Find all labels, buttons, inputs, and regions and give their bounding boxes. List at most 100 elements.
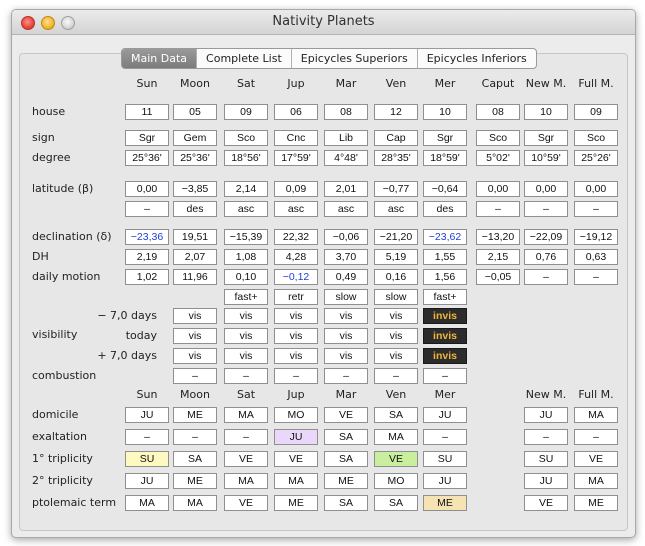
tab-main-data[interactable]: Main Data: [122, 49, 197, 68]
cell-sign: Sco: [476, 130, 520, 146]
cell-latitude: 0,00: [524, 181, 568, 197]
tab-epicycles-inferiors[interactable]: Epicycles Inferiors: [416, 49, 536, 68]
row-label-daily_motion: daily motion: [32, 270, 101, 283]
cell-daily_motion: 1,56: [423, 269, 467, 285]
cell-sign: Gem: [173, 130, 217, 146]
cell-declination: −19,12: [574, 229, 618, 245]
cell-sign: Sco: [574, 130, 618, 146]
dignity-label: domicile: [32, 408, 79, 421]
dignity-label: 2° triplicity: [32, 474, 93, 487]
cell-latitude: −0,77: [374, 181, 418, 197]
row-label-house: house: [32, 105, 66, 118]
cell-dh: 2,15: [476, 249, 520, 265]
tab-complete-list[interactable]: Complete List: [196, 49, 291, 68]
cell-dignity: MA: [224, 407, 268, 423]
cell-visibility: vis: [224, 308, 268, 324]
cell-daily_motion: –: [574, 269, 618, 285]
cell-degree: 17°59': [274, 150, 318, 166]
cell-daily_motion: 0,16: [374, 269, 418, 285]
cell-daily_motion: −0,12: [274, 269, 318, 285]
dignity-label: 1° triplicity: [32, 452, 93, 465]
cell-dignity: –: [524, 429, 568, 445]
cell-visibility: vis: [374, 308, 418, 324]
cell-dignity: MA: [125, 495, 169, 511]
cell-dignity: MO: [374, 473, 418, 489]
cell-latitude: 0,00: [574, 181, 618, 197]
tab-bar: Main Data Complete List Epicycles Superi…: [121, 48, 537, 69]
cell-latitude: 0,00: [476, 181, 520, 197]
cell-dignity: –: [173, 429, 217, 445]
cell-degree: 18°59': [423, 150, 467, 166]
row-label-dh: DH: [32, 250, 49, 263]
cell-visibility: invis: [423, 348, 467, 364]
cell-dignity: –: [224, 429, 268, 445]
cell-motion-type: slow: [324, 289, 368, 305]
cell-dignity: JU: [125, 407, 169, 423]
cell-latitude_dir: asc: [324, 201, 368, 217]
app-window: Nativity Planets Main Data Complete List…: [11, 9, 636, 538]
cell-combustion: –: [173, 368, 217, 384]
cell-dignity: JU: [274, 429, 318, 445]
cell-dignity: MA: [574, 473, 618, 489]
cell-dignity: ME: [274, 495, 318, 511]
cell-daily_motion: 0,10: [224, 269, 268, 285]
cell-visibility: vis: [173, 348, 217, 364]
cell-dignity: JU: [524, 473, 568, 489]
cell-dignity: SU: [524, 451, 568, 467]
cell-visibility: vis: [274, 308, 318, 324]
tab-epicycles-superiors[interactable]: Epicycles Superiors: [290, 49, 417, 68]
cell-latitude_dir: asc: [374, 201, 418, 217]
cell-sign: Sgr: [524, 130, 568, 146]
column-header-fullm: Full M.: [578, 77, 614, 90]
cell-visibility: vis: [374, 348, 418, 364]
cell-dignity: MA: [224, 473, 268, 489]
cell-dignity: JU: [125, 473, 169, 489]
cell-dignity: ME: [324, 473, 368, 489]
cell-declination: −0,06: [324, 229, 368, 245]
row-label-degree: degree: [32, 151, 71, 164]
dignity-label: exaltation: [32, 430, 88, 443]
cell-latitude: 0,09: [274, 181, 318, 197]
combustion-label: combustion: [32, 369, 97, 382]
cell-dignity: VE: [324, 407, 368, 423]
cell-degree: 4°48': [324, 150, 368, 166]
cell-declination: 19,51: [173, 229, 217, 245]
cell-dh: 0,76: [524, 249, 568, 265]
cell-dignity: SU: [423, 451, 467, 467]
row-label-sign: sign: [32, 131, 55, 144]
cell-visibility: vis: [173, 308, 217, 324]
cell-house: 12: [374, 104, 418, 120]
cell-dignity: VE: [224, 451, 268, 467]
cell-dignity: ME: [173, 473, 217, 489]
cell-visibility: vis: [324, 328, 368, 344]
cell-dignity: SA: [324, 429, 368, 445]
cell-motion-type: slow: [374, 289, 418, 305]
cell-dignity: ME: [574, 495, 618, 511]
cell-latitude: 0,00: [125, 181, 169, 197]
cell-declination: 22,32: [274, 229, 318, 245]
visibility-row-label: − 7,0 days: [97, 309, 157, 322]
cell-dignity: ME: [173, 407, 217, 423]
cell-dignity: JU: [524, 407, 568, 423]
title-bar: Nativity Planets: [12, 10, 635, 35]
cell-latitude_dir: asc: [224, 201, 268, 217]
cell-sign: Sgr: [423, 130, 467, 146]
cell-visibility: vis: [324, 308, 368, 324]
cell-visibility: invis: [423, 308, 467, 324]
cell-house: 10: [423, 104, 467, 120]
cell-dignity: –: [423, 429, 467, 445]
window-title: Nativity Planets: [272, 14, 375, 29]
cell-dh: 1,55: [423, 249, 467, 265]
cell-latitude_dir: asc: [274, 201, 318, 217]
cell-visibility: vis: [224, 328, 268, 344]
cell-declination: −13,20: [476, 229, 520, 245]
cell-motion-type: fast+: [224, 289, 268, 305]
cell-dh: 2,07: [173, 249, 217, 265]
cell-sign: Sgr: [125, 130, 169, 146]
cell-visibility: vis: [224, 348, 268, 364]
cell-declination: −22,09: [524, 229, 568, 245]
cell-declination: −15,39: [224, 229, 268, 245]
cell-dignity: SA: [324, 451, 368, 467]
cell-combustion: –: [324, 368, 368, 384]
cell-dignity: MA: [173, 495, 217, 511]
